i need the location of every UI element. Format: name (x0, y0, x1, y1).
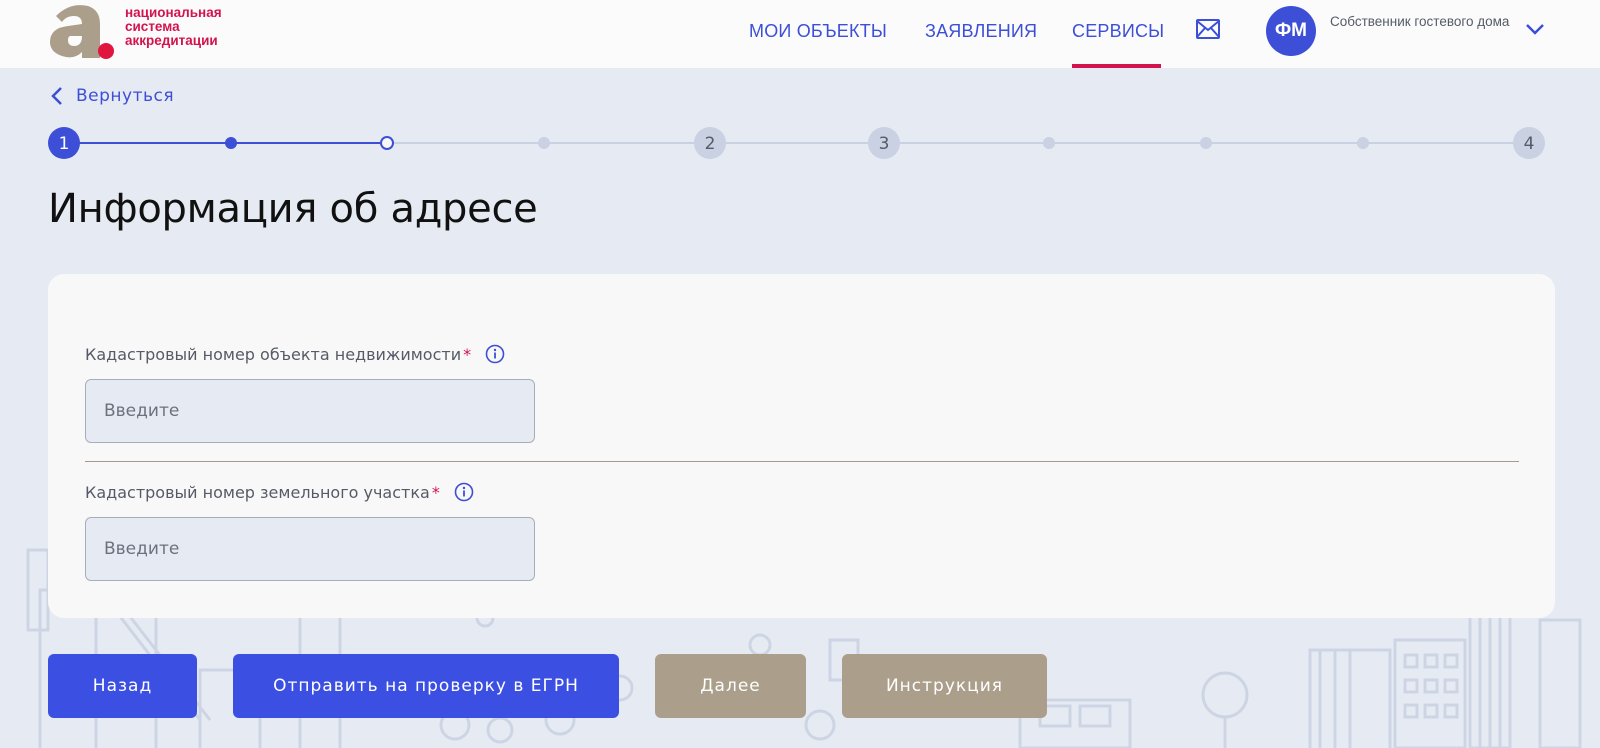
step-2-label: 2 (705, 134, 716, 154)
field-divider (85, 461, 1519, 462)
substep-pending (1043, 137, 1055, 149)
substep-current (380, 136, 394, 150)
page-title: Информация об адресе (48, 186, 538, 232)
substep-pending (1200, 137, 1212, 149)
next-button[interactable]: Далее (655, 654, 806, 718)
send-egrn-check-button[interactable]: Отправить на проверку в ЕГРН (233, 654, 619, 718)
nav-applications[interactable]: ЗАЯВЛЕНИЯ (925, 0, 1037, 68)
nav-services[interactable]: СЕРВИСЫ (1072, 0, 1164, 68)
field-label-land: Кадастровый номер земельного участка * (85, 482, 474, 502)
logo-line: национальная (125, 5, 222, 20)
required-asterisk: * (431, 482, 440, 502)
substep-pending (1357, 137, 1369, 149)
info-icon[interactable] (454, 482, 474, 502)
field-label-text: Кадастровый номер объекта недвижимости (85, 344, 462, 364)
field-label-text: Кадастровый номер земельного участка (85, 482, 430, 502)
field-label-property: Кадастровый номер объекта недвижимости * (85, 344, 505, 364)
info-icon[interactable] (485, 344, 505, 364)
address-form-card: Кадастровый номер объекта недвижимости *… (48, 274, 1555, 618)
step-3-label: 3 (879, 134, 890, 154)
cadastral-property-input[interactable] (85, 379, 535, 443)
back-link-label: Вернуться (76, 86, 175, 106)
required-asterisk: * (463, 344, 472, 364)
nav-my-objects[interactable]: МОИ ОБЪЕКТЫ (749, 0, 887, 68)
step-4-label: 4 (1524, 134, 1535, 154)
mail-icon[interactable] (1196, 19, 1220, 39)
instruction-button[interactable]: Инструкция (842, 654, 1047, 718)
substep-pending (538, 137, 550, 149)
progress-stepper: 1 2 3 4 (48, 127, 1545, 159)
back-button[interactable]: Назад (48, 654, 197, 718)
logo-line: система (125, 19, 180, 34)
user-role: Собственник гостевого дома (1330, 14, 1510, 29)
chevron-down-icon[interactable] (1525, 22, 1545, 36)
logo[interactable]: национальная система аккредитации (48, 0, 248, 62)
substep-complete (225, 137, 237, 149)
cadastral-land-input[interactable] (85, 517, 535, 581)
logo-text: национальная система аккредитации (125, 6, 222, 48)
chevron-left-icon (51, 87, 62, 105)
top-header: национальная система аккредитации МОИ ОБ… (0, 0, 1600, 68)
avatar[interactable]: ФМ (1266, 6, 1316, 56)
logo-a-icon (50, 5, 114, 59)
back-link[interactable]: Вернуться (50, 84, 174, 108)
nav-active-indicator (1072, 64, 1161, 68)
step-1-label: 1 (59, 134, 70, 154)
logo-line: аккредитации (125, 33, 218, 48)
